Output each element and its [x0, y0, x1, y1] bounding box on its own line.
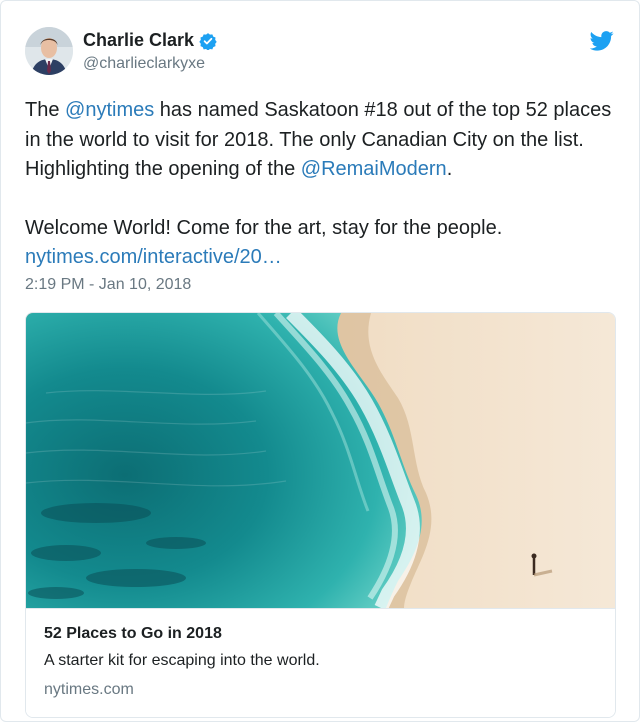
link-card-domain: nytimes.com [44, 681, 134, 698]
mention-nytimes-link[interactable]: @nytimes [65, 99, 154, 121]
link-preview-card[interactable]: 52 Places to Go in 2018 A starter kit fo… [25, 312, 616, 718]
tweet-url-line: nytimes.com/interactive/20… [25, 243, 625, 273]
article-url-link[interactable]: nytimes.com/interactive/20… [25, 246, 282, 268]
author-handle[interactable]: @charlieclarkyxe [83, 55, 217, 73]
link-preview-image[interactable] [26, 313, 615, 608]
link-preview-body[interactable]: 52 Places to Go in 2018 A starter kit fo… [26, 608, 615, 717]
tweet-card: Charlie Clark @charlieclarkyxe The @nyti… [0, 0, 640, 722]
author-info: Charlie Clark @charlieclarkyxe [83, 30, 217, 73]
twitter-bird-icon[interactable] [589, 31, 614, 51]
link-card-title[interactable]: 52 Places to Go in 2018 [44, 625, 222, 643]
tweet-text: The @nytimes has named Saskatoon #18 out… [25, 96, 625, 273]
avatar[interactable] [25, 27, 73, 75]
verified-badge-icon [199, 32, 217, 51]
tweet-paragraph: Welcome World! Come for the art, stay fo… [25, 214, 625, 244]
tweet-header: Charlie Clark @charlieclarkyxe [25, 25, 615, 77]
tweet-text-segment: . [446, 158, 453, 180]
link-card-description: A starter kit for escaping into the worl… [44, 652, 320, 669]
tweet-timestamp[interactable]: 2:19 PM - Jan 10, 2018 [25, 276, 191, 294]
author-display-name[interactable]: Charlie Clark [83, 30, 194, 51]
tweet-text-segment: The [25, 99, 66, 121]
tweet-paragraph: The @nytimes has named Saskatoon #18 out… [25, 96, 625, 185]
tweet-text-segment: Welcome World! Come for the art, stay fo… [25, 216, 503, 239]
mention-remaimodern-link[interactable]: @RemaiModern [301, 158, 447, 180]
